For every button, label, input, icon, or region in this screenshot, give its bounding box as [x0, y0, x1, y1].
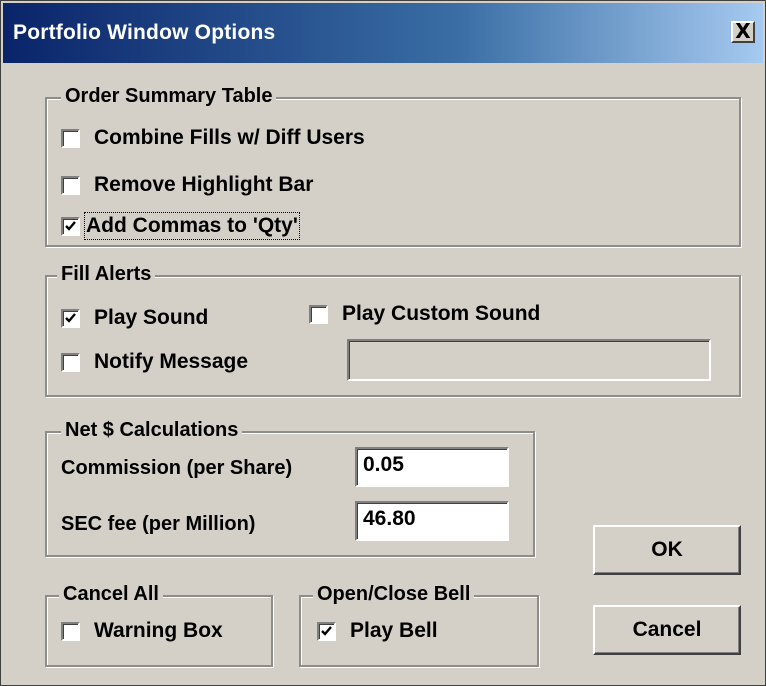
- fill-alerts-legend: Fill Alerts: [57, 263, 156, 286]
- remove-highlight-label: Remove Highlight Bar: [94, 173, 314, 196]
- portfolio-options-dialog: Portfolio Window Options X Order Summary…: [0, 0, 766, 686]
- checkmark-icon: [65, 312, 76, 323]
- close-icon: X: [735, 19, 751, 43]
- warning-box-label: Warning Box: [94, 619, 223, 642]
- cancel-button[interactable]: Cancel: [593, 605, 741, 655]
- play-sound-label: Play Sound: [94, 306, 209, 329]
- add-commas-checkbox[interactable]: Add Commas to 'Qty': [61, 212, 300, 240]
- checkbox-box[interactable]: [61, 216, 80, 236]
- notify-message-checkbox[interactable]: Notify Message: [61, 349, 248, 375]
- play-sound-checkbox[interactable]: Play Sound: [61, 305, 208, 331]
- warning-box-checkbox[interactable]: Warning Box: [61, 618, 223, 644]
- combine-fills-label: Combine Fills w/ Diff Users: [94, 126, 365, 149]
- checkbox-box[interactable]: [317, 621, 336, 641]
- open-close-bell-legend: Open/Close Bell: [313, 583, 475, 606]
- checkbox-box[interactable]: [309, 304, 328, 324]
- window-title: Portfolio Window Options: [13, 21, 276, 44]
- custom-sound-path-field[interactable]: [347, 339, 711, 381]
- play-bell-checkbox[interactable]: Play Bell: [317, 618, 438, 644]
- close-button[interactable]: X: [731, 21, 755, 43]
- combine-fills-checkbox[interactable]: Combine Fills w/ Diff Users: [61, 125, 365, 151]
- play-bell-label: Play Bell: [350, 619, 438, 642]
- ok-button[interactable]: OK: [593, 525, 741, 575]
- commission-input[interactable]: 0.05: [355, 447, 509, 487]
- checkbox-box[interactable]: [61, 621, 80, 641]
- net-calc-legend: Net $ Calculations: [61, 419, 243, 442]
- checkbox-box[interactable]: [61, 308, 80, 328]
- add-commas-label: Add Commas to 'Qty': [84, 212, 300, 240]
- sec-fee-input[interactable]: 46.80: [355, 501, 509, 541]
- checkmark-icon: [321, 625, 332, 636]
- remove-highlight-checkbox[interactable]: Remove Highlight Bar: [61, 172, 313, 198]
- play-custom-sound-checkbox[interactable]: Play Custom Sound: [309, 301, 540, 327]
- commission-label: Commission (per Share): [61, 457, 293, 479]
- checkbox-box[interactable]: [61, 175, 80, 195]
- checkbox-box[interactable]: [61, 352, 80, 372]
- play-custom-sound-label: Play Custom Sound: [342, 302, 541, 325]
- checkbox-box[interactable]: [61, 128, 80, 148]
- checkmark-icon: [65, 220, 76, 231]
- notify-message-label: Notify Message: [94, 350, 249, 373]
- cancel-all-legend: Cancel All: [59, 583, 163, 606]
- sec-fee-label: SEC fee (per Million): [61, 513, 256, 535]
- order-summary-legend: Order Summary Table: [61, 85, 277, 108]
- title-bar[interactable]: Portfolio Window Options X: [3, 3, 763, 63]
